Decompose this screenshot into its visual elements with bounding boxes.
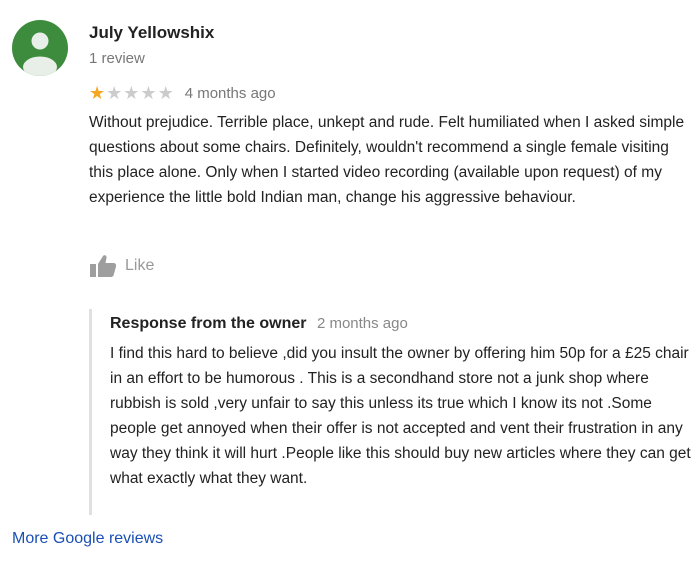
rating-row: ★ ★ ★ ★ ★ 4 months ago [89, 82, 276, 104]
owner-response-header: Response from the owner 2 months ago [110, 315, 408, 333]
reviewer-name[interactable]: July Yellowshix [89, 23, 214, 43]
star-empty-icon: ★ [123, 83, 140, 103]
like-label: Like [125, 257, 155, 274]
person-icon [23, 32, 57, 76]
star-empty-icon: ★ [140, 83, 157, 103]
owner-response-title: Response from the owner [110, 315, 307, 332]
review-text: Without prejudice. Terrible place, unkep… [89, 114, 685, 206]
star-filled-icon: ★ [89, 83, 106, 103]
star-empty-icon: ★ [157, 83, 174, 103]
thumbs-up-icon [90, 255, 117, 277]
more-google-reviews-link[interactable]: More Google reviews [12, 530, 163, 548]
owner-response-text: I find this hard to believe ,did you ins… [110, 345, 691, 487]
reviewer-avatar[interactable] [12, 20, 68, 76]
owner-response: Response from the owner 2 months ago I f… [89, 309, 692, 515]
like-button[interactable]: Like [89, 253, 154, 279]
review-date: 4 months ago [184, 84, 276, 102]
star-empty-icon: ★ [106, 83, 123, 103]
owner-response-date: 2 months ago [316, 315, 408, 332]
review-count: 1 review [89, 50, 145, 67]
star-rating: ★ ★ ★ ★ ★ [89, 84, 175, 102]
